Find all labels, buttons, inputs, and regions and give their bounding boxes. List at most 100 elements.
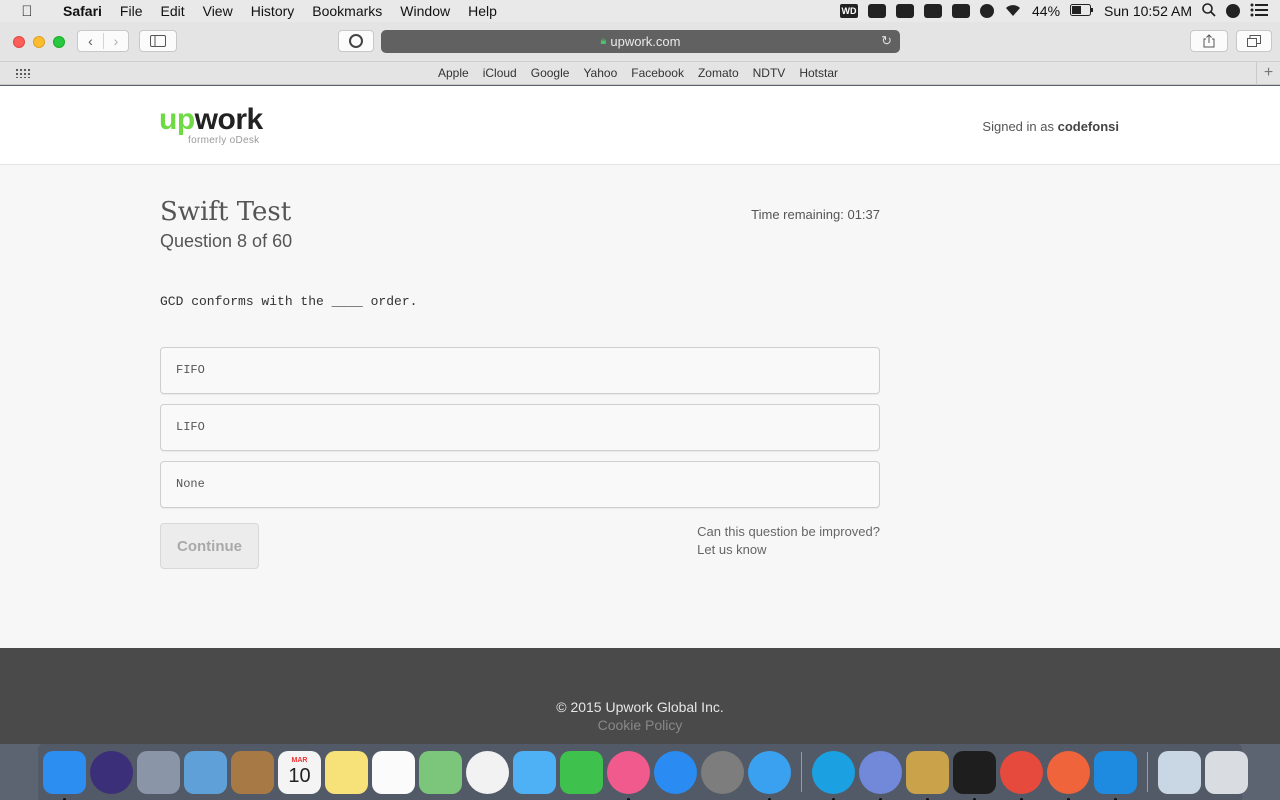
dock-separator: [801, 752, 802, 792]
grammarly-extension-button[interactable]: [338, 30, 374, 52]
username[interactable]: codefonsi: [1058, 119, 1119, 134]
wd-drive-icon[interactable]: WD: [840, 4, 859, 18]
favorites-list: Apple iCloud Google Yahoo Facebook Zomat…: [431, 66, 845, 80]
upwork-logo[interactable]: upwork formerly oDesk: [159, 103, 264, 147]
zoom-window-button[interactable]: [53, 36, 65, 48]
facetime-icon[interactable]: [560, 750, 603, 794]
site-footer: © 2015 Upwork Global Inc. Cookie Policy: [0, 648, 1280, 744]
question-count: Question 8 of 60: [160, 231, 293, 251]
menu-help[interactable]: Help: [459, 0, 506, 22]
feedback-prompt: Can this question be improved? Let us kn…: [697, 523, 880, 559]
lock-icon: 🔒︎: [600, 35, 607, 47]
siri-icon[interactable]: [90, 750, 133, 794]
favorite-yahoo[interactable]: Yahoo: [576, 66, 624, 80]
photos-icon[interactable]: [466, 750, 509, 794]
share-button[interactable]: [1190, 30, 1228, 52]
siri-menu-icon[interactable]: [1226, 4, 1240, 18]
favorite-ndtv[interactable]: NDTV: [746, 66, 793, 80]
calendar-icon[interactable]: MAR 10: [278, 750, 321, 794]
terminal-icon[interactable]: [953, 750, 996, 800]
battery-icon[interactable]: [1070, 3, 1094, 19]
forward-icon[interactable]: ›: [102, 33, 128, 49]
elephant-icon[interactable]: [896, 4, 915, 18]
sidebar-icon: [150, 35, 166, 47]
reload-icon[interactable]: ↻: [881, 33, 892, 49]
let-us-know-link[interactable]: Let us know: [697, 541, 880, 559]
skype-status-icon[interactable]: [980, 4, 995, 18]
headphones-icon[interactable]: [952, 4, 971, 18]
answer-option-none[interactable]: None: [160, 461, 880, 508]
spotlight-search-icon[interactable]: [1202, 2, 1216, 20]
menu-bookmarks[interactable]: Bookmarks: [303, 0, 391, 22]
skype-icon[interactable]: [812, 750, 855, 800]
grammarly-icon: [349, 34, 363, 48]
calendar-month: MAR: [291, 757, 308, 764]
top-sites-grid-icon[interactable]: [15, 68, 31, 78]
messages-icon[interactable]: [513, 750, 556, 794]
battery-percent[interactable]: 44%: [1032, 3, 1060, 19]
discord-icon[interactable]: [859, 750, 902, 800]
contacts-icon[interactable]: [231, 750, 274, 794]
answer-option-lifo[interactable]: LIFO: [160, 404, 880, 451]
question-text: GCD conforms with the ____ order.: [160, 294, 418, 309]
keychain-icon[interactable]: [906, 750, 949, 800]
clock[interactable]: Sun 10:52 AM: [1104, 3, 1192, 19]
itunes-icon[interactable]: [607, 750, 650, 800]
maps-icon[interactable]: [419, 750, 462, 794]
show-tabs-button[interactable]: [1236, 30, 1272, 52]
favorite-hotstar[interactable]: Hotstar: [792, 66, 845, 80]
menu-app-name[interactable]: Safari: [54, 0, 111, 22]
menu-edit[interactable]: Edit: [151, 0, 193, 22]
back-icon[interactable]: ‹: [78, 33, 103, 49]
cookie-policy-link[interactable]: Cookie Policy: [0, 717, 1280, 733]
dock-separator: [1147, 752, 1148, 792]
mail-stamp-icon[interactable]: [184, 750, 227, 794]
logo-work: work: [194, 103, 264, 136]
downloads-folder-icon[interactable]: [1158, 750, 1201, 794]
logo-up: up: [159, 103, 195, 136]
site-header: upwork formerly oDesk Signed in as codef…: [0, 86, 1280, 165]
favorite-google[interactable]: Google: [524, 66, 577, 80]
menu-view[interactable]: View: [194, 0, 242, 22]
menu-bar:  Safari File Edit View History Bookmark…: [0, 0, 1280, 22]
apple-menu-icon[interactable]: : [0, 3, 54, 20]
menu-history[interactable]: History: [242, 0, 304, 22]
test-content: Swift Test Question 8 of 60 Time remaini…: [160, 197, 880, 569]
address-bar[interactable]: 🔒︎ upwork.com ↻: [381, 30, 900, 53]
trash-icon[interactable]: [1205, 750, 1248, 794]
finder-icon[interactable]: [43, 750, 86, 800]
reminders-icon[interactable]: [372, 750, 415, 794]
status-area: WD 44% Sun 10:52 AM: [840, 0, 1280, 22]
dock: MAR 10: [38, 744, 1248, 800]
new-tab-plus-icon[interactable]: +: [1256, 62, 1280, 85]
favorite-icloud[interactable]: iCloud: [476, 66, 524, 80]
close-window-button[interactable]: [13, 36, 25, 48]
favorite-zomato[interactable]: Zomato: [691, 66, 746, 80]
wifi-icon[interactable]: [1004, 3, 1022, 20]
safari-icon[interactable]: [748, 750, 791, 800]
malwarebytes-icon[interactable]: [924, 4, 943, 18]
notification-center-icon[interactable]: [1250, 3, 1268, 20]
system-preferences-icon[interactable]: [701, 750, 744, 794]
pencil-app-icon[interactable]: [1047, 750, 1090, 800]
continue-button[interactable]: Continue: [160, 523, 259, 569]
menu-window[interactable]: Window: [391, 0, 459, 22]
url-text: upwork.com: [610, 34, 681, 49]
notes-icon[interactable]: [325, 750, 368, 794]
launchpad-icon[interactable]: [137, 750, 180, 794]
minimize-window-button[interactable]: [33, 36, 45, 48]
web-page: upwork formerly oDesk Signed in as codef…: [0, 86, 1280, 744]
favorite-apple[interactable]: Apple: [431, 66, 476, 80]
answer-option-fifo[interactable]: FIFO: [160, 347, 880, 394]
signed-in-prefix: Signed in as: [982, 119, 1058, 134]
browser-toolbar: ‹ › 🔒︎ upwork.com ↻: [0, 22, 1280, 62]
menu-file[interactable]: File: [111, 0, 152, 22]
chrome-icon[interactable]: [1000, 750, 1043, 800]
sidebar-toggle-button[interactable]: [139, 30, 177, 52]
time-remaining: Time remaining: 01:37: [751, 207, 880, 222]
favorite-facebook[interactable]: Facebook: [624, 66, 691, 80]
navigation-buttons: ‹ ›: [77, 30, 129, 52]
stack-icon[interactable]: [868, 4, 887, 18]
xcode-icon[interactable]: [1094, 750, 1137, 800]
app-store-icon[interactable]: [654, 750, 697, 794]
